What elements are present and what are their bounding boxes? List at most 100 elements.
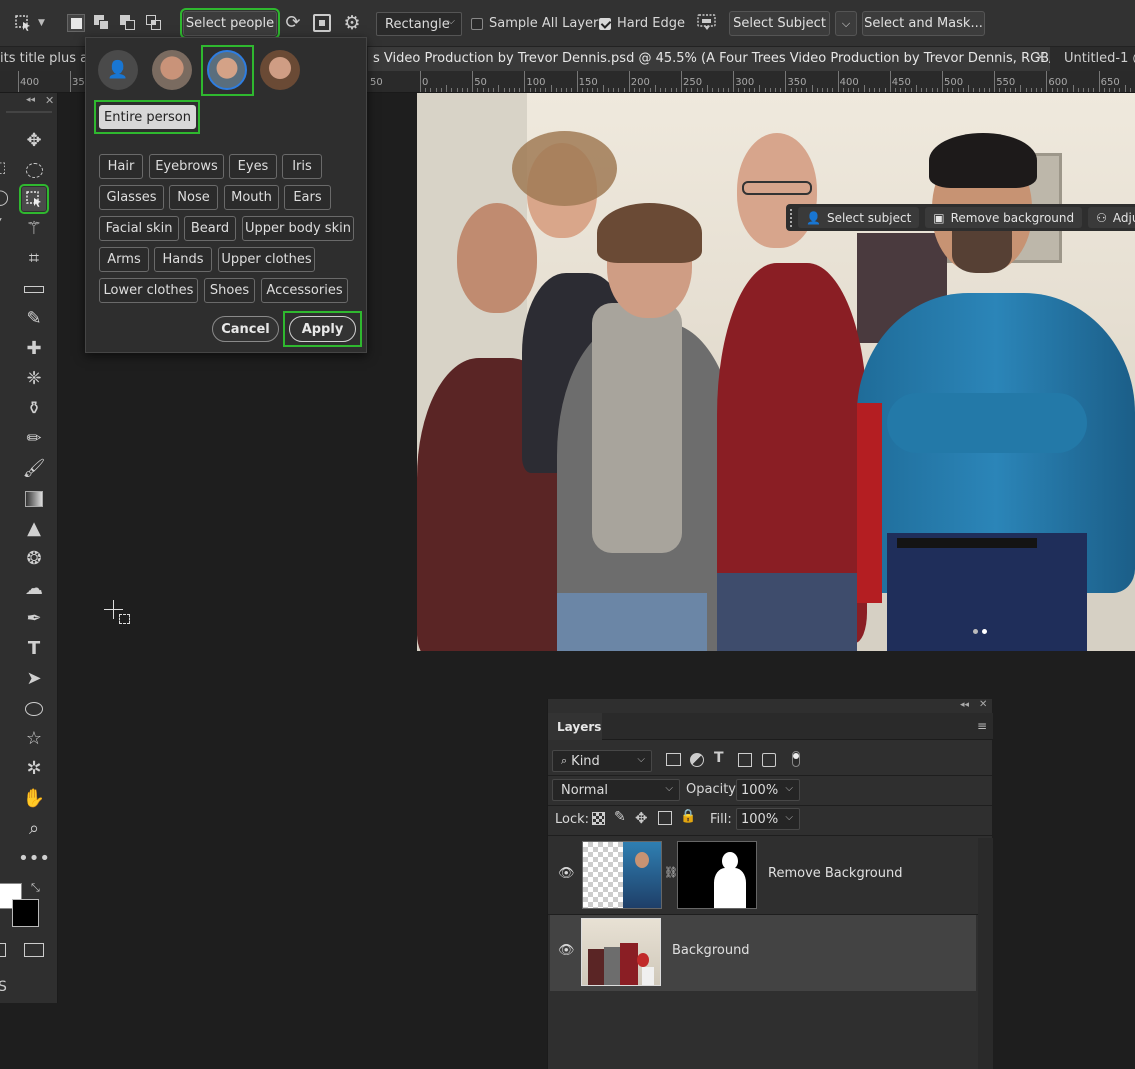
gradient-icon[interactable] xyxy=(22,487,46,511)
contextual-bar-icon[interactable] xyxy=(696,13,718,33)
object-selection-tool-icon[interactable] xyxy=(19,184,49,214)
entire-person-button[interactable]: Entire person xyxy=(99,105,196,129)
hand-icon[interactable]: ✋ xyxy=(22,787,46,811)
new-selection-icon[interactable] xyxy=(67,14,85,32)
filter-shape-icon[interactable] xyxy=(738,753,752,767)
opacity-input[interactable]: 100% ⌵ xyxy=(736,779,800,801)
move-tool-icon[interactable]: ✥ xyxy=(22,129,46,153)
background-color-swatch[interactable] xyxy=(12,899,39,927)
more-tools-icon[interactable]: ••• xyxy=(18,847,50,871)
drag-handle-icon[interactable] xyxy=(790,208,792,227)
layer-name[interactable]: Remove Background xyxy=(768,866,902,881)
pen-icon[interactable]: ✒ xyxy=(22,607,46,631)
quick-mask-icon[interactable] xyxy=(0,943,6,957)
part-beard[interactable]: Beard xyxy=(184,216,236,241)
brush-icon[interactable]: 🖌 xyxy=(22,457,46,481)
toolbar-grip[interactable] xyxy=(6,111,52,113)
part-hair[interactable]: Hair xyxy=(99,154,143,179)
part-upper-clothes[interactable]: Upper clothes xyxy=(218,247,315,272)
tab-active[interactable]: s Video Production by Trevor Dennis.psd … xyxy=(368,47,1050,71)
triangle-icon[interactable]: ▲ xyxy=(22,517,46,541)
subtract-from-selection-icon[interactable] xyxy=(120,15,136,31)
path-selection-icon[interactable]: ➤ xyxy=(22,667,46,691)
collapse-icon[interactable]: ◂◂ xyxy=(960,700,969,710)
filter-adjustment-icon[interactable] xyxy=(690,753,704,767)
sample-all-layers-toggle[interactable]: Sample All Layers xyxy=(471,16,605,31)
tab-previous[interactable]: its title plus ax xyxy=(0,51,96,66)
lock-all-icon[interactable]: 🔒 xyxy=(680,809,696,824)
filter-pixel-icon[interactable] xyxy=(666,753,681,766)
part-arms[interactable]: Arms xyxy=(99,247,149,272)
person-avatar-3[interactable] xyxy=(260,50,300,90)
remove-background-button[interactable]: ▣ Remove background xyxy=(925,207,1083,228)
tab-layers[interactable]: Layers xyxy=(548,713,602,740)
dot-active[interactable] xyxy=(982,629,987,634)
bandage-icon[interactable]: ❈ xyxy=(22,367,46,391)
close-icon[interactable]: ✕ xyxy=(979,699,987,710)
zoom-icon[interactable]: ⌕ xyxy=(22,817,46,841)
eyedropper-icon[interactable]: ✎ xyxy=(22,307,46,331)
type-tool-icon[interactable]: T xyxy=(22,637,46,661)
elliptical-marquee-icon[interactable] xyxy=(22,158,46,182)
select-and-mask-button[interactable]: Select and Mask... xyxy=(862,11,985,36)
tool-preset-picker[interactable]: ▼ xyxy=(14,12,54,34)
part-hands[interactable]: Hands xyxy=(154,247,212,272)
fill-input[interactable]: 100% ⌵ xyxy=(736,808,800,830)
swap-colors-icon[interactable]: ⤡ xyxy=(31,881,40,895)
select-people-button[interactable]: Select people xyxy=(180,8,280,39)
share-icon[interactable]: S xyxy=(0,979,7,995)
part-facial-skin[interactable]: Facial skin xyxy=(99,216,179,241)
person-avatar-1[interactable] xyxy=(152,50,192,90)
chevron-down-icon[interactable]: ⌵ xyxy=(785,812,793,823)
layer-name[interactable]: Background xyxy=(672,943,750,958)
layer-thumbnail[interactable] xyxy=(581,918,661,986)
hard-edge-toggle[interactable]: Hard Edge xyxy=(599,16,685,31)
spot-healing-icon[interactable]: ✚ xyxy=(22,337,46,361)
object-finder-icon[interactable] xyxy=(313,14,331,32)
clone-stamp-icon[interactable]: ⚱ xyxy=(22,397,46,421)
smudge-icon[interactable]: ☁ xyxy=(22,577,46,601)
lock-artboard-icon[interactable] xyxy=(658,811,672,825)
select-subject-options-button[interactable]: ⌵ xyxy=(835,11,857,36)
part-nose[interactable]: Nose xyxy=(169,185,218,210)
layer-mask-thumbnail[interactable] xyxy=(677,841,757,909)
filter-smart-object-icon[interactable] xyxy=(762,753,776,767)
ruler-tool-icon[interactable] xyxy=(22,277,46,301)
part-lower-clothes[interactable]: Lower clothes xyxy=(99,278,198,303)
part-eyebrows[interactable]: Eyebrows xyxy=(149,154,224,179)
custom-shape-icon[interactable]: ✲ xyxy=(22,757,46,781)
collapse-icon[interactable]: ◂◂ xyxy=(26,95,35,105)
sample-all-layers-checkbox[interactable] xyxy=(471,17,483,30)
chevron-down-icon[interactable]: ⌵ xyxy=(785,783,793,794)
part-mouth[interactable]: Mouth xyxy=(224,185,279,210)
crop-icon[interactable]: ⌗ xyxy=(22,247,46,271)
lock-image-pixels-icon[interactable]: ✎ xyxy=(614,809,626,825)
marquee-partial-icon[interactable]: ⬚ xyxy=(0,158,8,180)
filter-kind-dropdown[interactable]: ⌕ Kind ⌵ xyxy=(552,750,652,772)
part-accessories[interactable]: Accessories xyxy=(261,278,348,303)
mode-dropdown[interactable]: Rectangle ⌵ xyxy=(376,12,462,36)
screen-mode-icon[interactable] xyxy=(24,943,44,957)
refresh-icon[interactable]: ⟳ xyxy=(283,13,303,33)
document-canvas[interactable] xyxy=(417,93,1135,651)
pagination-dots[interactable] xyxy=(973,629,987,634)
brush-partial-icon[interactable]: ╱ xyxy=(0,218,8,240)
dot[interactable] xyxy=(973,629,978,634)
panel-menu-icon[interactable]: ≡ xyxy=(977,719,987,733)
person-avatar-2[interactable] xyxy=(207,50,247,90)
frame-partial-icon[interactable]: ┤ xyxy=(0,248,8,270)
part-ears[interactable]: Ears xyxy=(284,185,331,210)
hard-edge-checkbox[interactable] xyxy=(599,17,611,30)
apply-button[interactable]: Apply xyxy=(289,316,356,342)
adjust-button[interactable]: ⚇ Adjust xyxy=(1088,207,1135,228)
close-icon[interactable]: × xyxy=(1035,50,1046,65)
all-people-avatar[interactable]: 👤 xyxy=(98,50,138,90)
part-eyes[interactable]: Eyes xyxy=(229,154,277,179)
sponge-icon[interactable]: ❂ xyxy=(22,547,46,571)
lock-position-icon[interactable]: ✥ xyxy=(635,809,648,827)
intersect-selection-icon[interactable] xyxy=(146,15,162,31)
add-to-selection-icon[interactable] xyxy=(94,15,110,31)
select-subject-button[interactable]: Select Subject xyxy=(729,11,830,36)
star-shape-icon[interactable]: ☆ xyxy=(22,727,46,751)
pencil-icon[interactable]: ✏ xyxy=(22,427,46,451)
